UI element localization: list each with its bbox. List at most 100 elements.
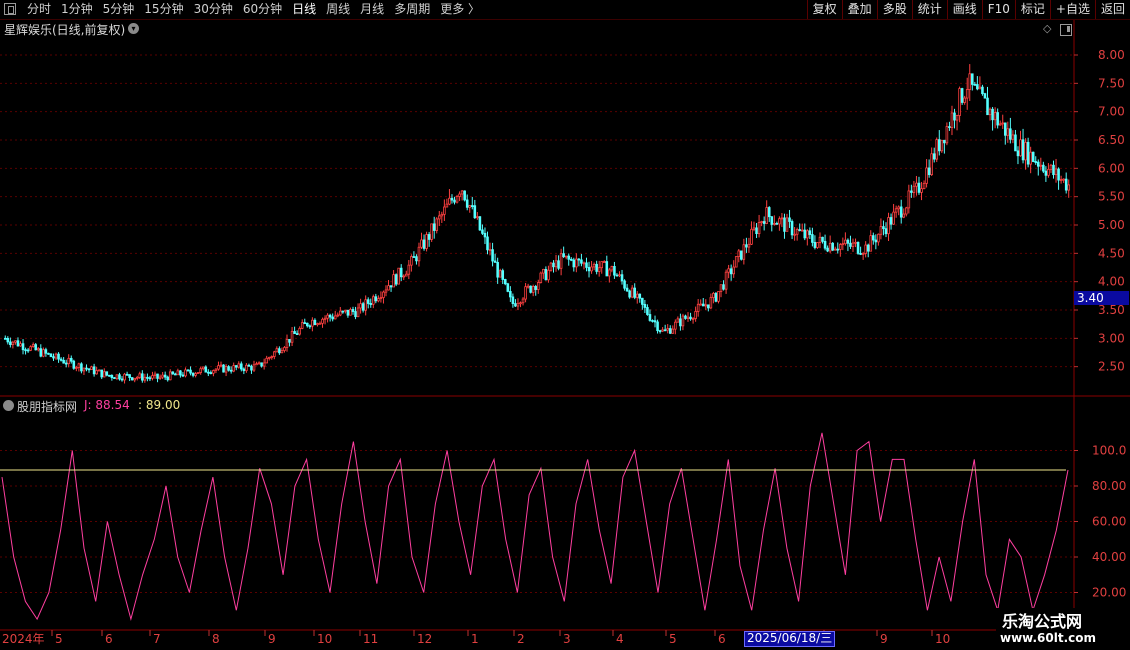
candle-body — [595, 263, 598, 272]
candle-body — [740, 250, 743, 260]
candle-body — [1059, 179, 1063, 181]
candle-body — [346, 309, 350, 316]
candle-body — [978, 86, 982, 90]
candle-body — [397, 267, 400, 285]
candle-body — [945, 126, 949, 144]
candle-body — [920, 188, 923, 193]
price-tick-label: 4.00 — [1098, 275, 1125, 289]
candle-body — [912, 185, 916, 193]
candle-body — [379, 297, 383, 300]
candle-body — [29, 346, 32, 351]
chart-canvas[interactable]: 8.00 7.50 7.00 6.50 6.00 5.50 5.00 4.50 4.00 3.50… — [0, 0, 1130, 650]
candle-body — [963, 97, 966, 103]
candle-body — [793, 233, 796, 236]
candle-body — [130, 377, 134, 381]
candle-body — [625, 287, 629, 292]
candle-body — [1042, 164, 1045, 172]
candle-body — [717, 291, 720, 302]
candle-body — [684, 315, 687, 319]
candle-body — [658, 330, 662, 333]
candle-body — [1003, 122, 1007, 136]
candle-body — [100, 369, 104, 378]
candle-body — [602, 261, 606, 263]
candle-body — [410, 256, 413, 266]
candle-body — [806, 230, 809, 239]
candle-body — [633, 287, 637, 298]
candle-body — [232, 365, 235, 372]
date-label: 7 — [153, 632, 161, 646]
candle-body — [227, 366, 230, 371]
candle-body — [737, 250, 741, 257]
candle-body — [153, 373, 157, 376]
candle-body — [610, 266, 614, 271]
candle-body — [849, 242, 852, 247]
candle-body — [242, 368, 246, 372]
date-label: 5 — [669, 632, 677, 646]
candle-body — [651, 320, 654, 322]
candle-body — [935, 139, 939, 160]
candle-body — [668, 328, 672, 334]
candle-body — [1039, 164, 1043, 167]
candle-body — [290, 331, 294, 343]
candle-body — [6, 338, 10, 343]
candle-body — [666, 328, 670, 331]
candle-body — [986, 97, 989, 116]
candle-body — [194, 373, 197, 376]
candle-body — [1026, 141, 1030, 165]
candle-body — [90, 366, 93, 370]
candle-body — [491, 249, 494, 262]
candle-body — [676, 318, 680, 323]
candle-body — [526, 285, 530, 288]
candle-body — [102, 371, 106, 378]
candle-body — [176, 370, 180, 376]
candle-body — [455, 196, 459, 203]
candle-body — [557, 260, 560, 269]
candle-body — [927, 167, 931, 176]
candle-body — [628, 290, 631, 298]
candle-body — [811, 234, 814, 243]
candle-body — [1036, 161, 1040, 167]
watermark: 乐淘公式网 www.60lt.com — [996, 608, 1130, 650]
date-label: 8 — [212, 632, 220, 646]
watermark-title: 乐淘公式网 — [1002, 612, 1083, 631]
candle-body — [59, 358, 63, 361]
candle-body — [453, 199, 456, 203]
candle-body — [600, 261, 604, 269]
candle-body — [623, 280, 626, 289]
candle-body — [174, 373, 177, 376]
candle-body — [364, 299, 367, 311]
candle-body — [207, 371, 210, 374]
candle-body — [808, 230, 812, 235]
date-label: 2 — [517, 632, 525, 646]
candle-body — [214, 368, 218, 371]
candle-body — [699, 303, 702, 306]
candle-body — [775, 222, 779, 225]
candle-body — [255, 363, 258, 366]
candle-body — [732, 266, 735, 275]
candle-body — [955, 115, 959, 121]
candle-body — [613, 266, 616, 276]
candle-body — [240, 363, 243, 370]
candle-body — [344, 309, 347, 312]
candle-body — [866, 244, 870, 252]
candle-body — [16, 340, 20, 347]
candle-body — [468, 205, 472, 208]
candle-body — [9, 341, 12, 345]
candle-body — [1009, 128, 1012, 140]
candle-body — [377, 298, 380, 302]
candle-body — [486, 236, 489, 251]
candle-body — [417, 246, 421, 262]
candle-body — [161, 374, 164, 378]
candle-body — [463, 190, 466, 201]
candle-body — [547, 269, 550, 281]
candle-body — [229, 369, 233, 372]
candle-body — [389, 285, 393, 288]
candle-body — [767, 207, 771, 218]
candle-body — [181, 374, 185, 377]
candle-body — [1006, 128, 1010, 136]
candle-body — [854, 241, 857, 244]
candle-body — [968, 73, 972, 90]
date-label: 4 — [616, 632, 624, 646]
candle-body — [26, 349, 30, 352]
indicator-menu-icon[interactable] — [3, 400, 14, 411]
